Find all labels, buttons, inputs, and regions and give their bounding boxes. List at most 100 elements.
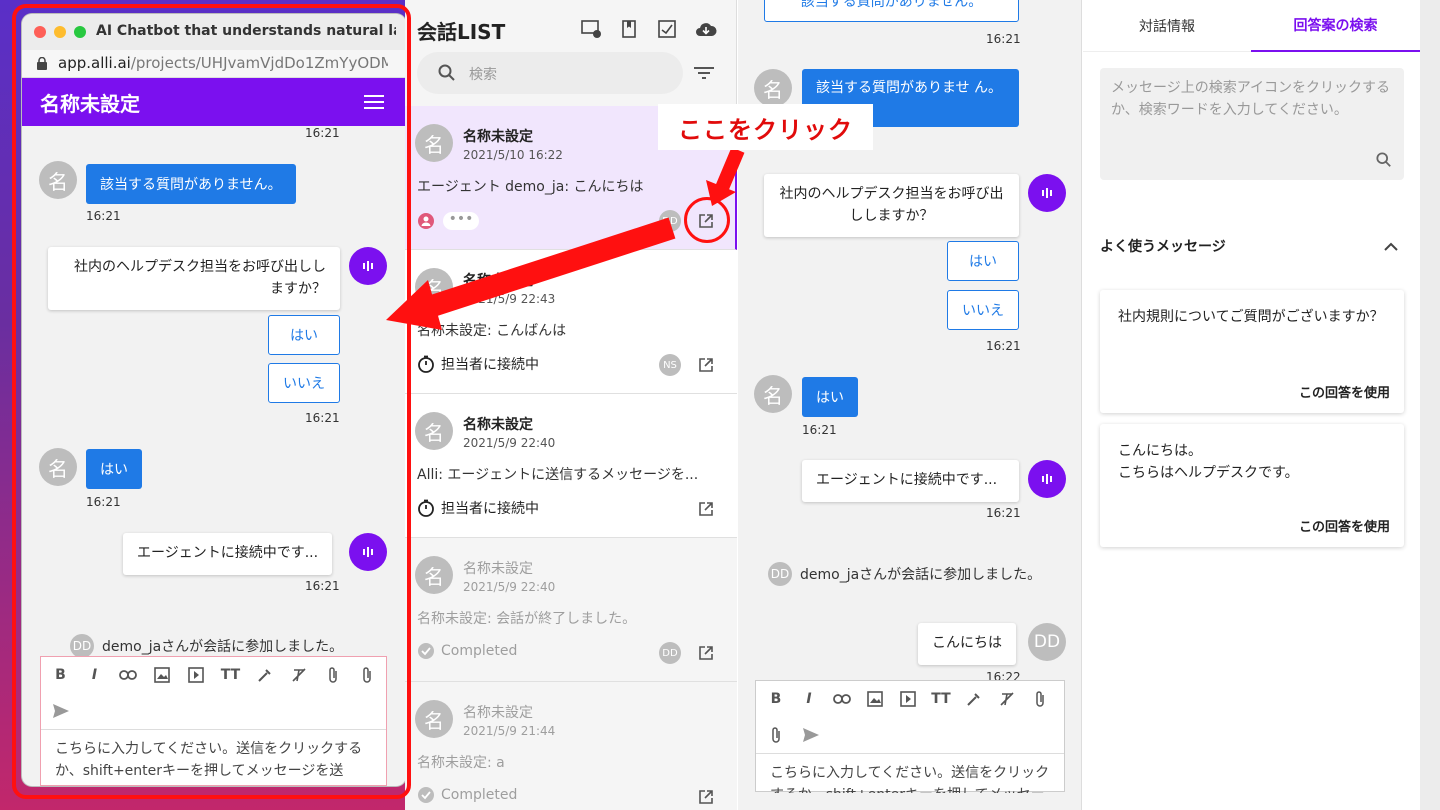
conversation-item[interactable]: 名 名称未設定 2021/5/9 22:40 名称未設定: 会話が終了しました。… [405, 538, 737, 682]
message-timestamp: 16:21 [986, 339, 1021, 353]
conversation-status: 担当者に接続中 [417, 498, 539, 518]
agent-badge: DD [768, 562, 792, 586]
use-answer-button[interactable]: この回答を使用 [1299, 516, 1390, 535]
search-placeholder: 検索 [469, 67, 497, 83]
conversation-item[interactable]: 名 名称未設定 2021/5/9 22:40 Alli: エージェントに送信する… [405, 394, 737, 538]
user-message: はい [802, 377, 858, 417]
editor-toolbar: B I TT [756, 681, 1064, 717]
bot-logo-icon [1040, 472, 1054, 486]
agent-avatar: DD [1028, 623, 1066, 661]
link-icon[interactable] [832, 689, 852, 709]
image-icon[interactable] [865, 689, 885, 709]
editor-send-row [756, 717, 1064, 753]
open-in-popup-icon[interactable] [695, 498, 717, 520]
conversation-date: 2021/5/9 22:40 [463, 580, 556, 594]
search-icon[interactable] [1374, 150, 1394, 170]
conversation-preview: 名称未設定: a [417, 755, 505, 771]
message-timestamp: 16:21 [986, 32, 1021, 46]
annotation-arrows [386, 147, 745, 330]
bold-icon[interactable]: B [766, 689, 786, 709]
check-circle-icon [417, 642, 435, 660]
conversation-name: 名称未設定 [463, 705, 533, 721]
answer-search-placeholder: メッセージ上の検索アイコンをクリックするか、検索ワードを入力してください。 [1111, 80, 1391, 118]
message-timestamp: 16:21 [802, 423, 837, 437]
editor-input-area[interactable]: こちらに入力してください。送信をクリックするか、shift+enterキーを押し… [756, 753, 1064, 793]
bot-message: エージェントに接続中です... [802, 460, 1019, 502]
filter-icon[interactable] [693, 64, 715, 82]
right-side-panel: 対話情報 回答案の検索 メッセージ上の検索アイコンをクリックするか、検索ワードを… [1083, 0, 1420, 810]
conversation-status: Completed [417, 642, 517, 660]
frequent-message-card[interactable]: 社内規則についてご質問がございますか？ この回答を使用 [1100, 290, 1404, 413]
arrow-to-icon [706, 147, 745, 206]
conversation-date: 2021/5/9 22:40 [463, 436, 556, 450]
video-icon[interactable] [898, 689, 918, 709]
list-title: 会話LIST [417, 20, 506, 44]
send-icon[interactable] [801, 725, 821, 745]
frequent-message-line: こちらはヘルプデスクです。 [1118, 465, 1299, 482]
cloud-download-icon[interactable] [693, 18, 719, 40]
option-yes-button[interactable]: はい [947, 241, 1019, 281]
conversation-status: Completed [417, 786, 517, 804]
frequent-message-line: こんにちは。 [1118, 443, 1202, 459]
conversation-preview: Alli: エージェントに送信するメッセージを... [417, 467, 699, 483]
open-in-popup-icon[interactable] [695, 354, 717, 376]
conversation-status: 担当者に接続中 [417, 354, 539, 374]
conversation-name: 名称未設定 [463, 561, 533, 577]
open-in-popup-icon[interactable] [695, 786, 717, 808]
conversation-status-text: Completed [441, 787, 518, 803]
option-no-button[interactable]: いいえ [947, 290, 1019, 330]
conversation-status-text: Completed [441, 643, 518, 659]
conversation-avatar: 名 [415, 556, 453, 594]
check-circle-icon [417, 786, 435, 804]
conversation-date: 2021/5/9 21:44 [463, 724, 556, 738]
bookmark-icon[interactable] [617, 18, 641, 40]
chevron-up-icon[interactable] [1381, 236, 1401, 256]
frequent-message-text: 社内規則についてご質問がございますか？ [1118, 309, 1384, 325]
popup-highlight-frame [12, 4, 411, 799]
editor-placeholder: こちらに入力してください。送信をクリックするか、shift+enterキーを押し… [770, 765, 1050, 793]
bot-message: 社内のヘルプデスク担当をお呼び出ししますか？ [764, 174, 1019, 238]
use-answer-button[interactable]: この回答を使用 [1299, 382, 1390, 401]
color-picker-icon[interactable] [964, 689, 984, 709]
timer-icon [417, 499, 435, 517]
conversation-name: 名称未設定 [463, 417, 533, 433]
bot-logo-icon [1040, 186, 1054, 200]
tab-answer-search[interactable]: 回答案の検索 [1251, 0, 1420, 52]
text-size-icon[interactable]: TT [931, 689, 951, 709]
clear-format-icon[interactable] [997, 689, 1017, 709]
agent-badge: NS [659, 354, 681, 376]
bot-avatar [1028, 174, 1066, 212]
conversation-status-text: 担当者に接続中 [441, 501, 539, 517]
conversation-avatar: 名 [415, 700, 453, 738]
user-avatar: 名 [754, 69, 792, 107]
open-in-popup-icon[interactable] [695, 642, 717, 664]
tab-conversation-info[interactable]: 対話情報 [1083, 0, 1251, 52]
attachment-file-icon[interactable] [766, 725, 786, 745]
agent-message-editor: B I TT こちらに入力してください。送信をクリックするか、shift+ent… [755, 680, 1065, 793]
conversation-search-input[interactable]: 検索 [417, 52, 683, 94]
click-here-callout: ここをクリック [658, 104, 873, 150]
frequent-messages-title: よく使うメッセージ [1100, 239, 1226, 255]
agent-badge: DD [659, 642, 681, 664]
bot-avatar [1028, 460, 1066, 498]
previous-message-bubble: 該当する質問がありません。 [764, 0, 1019, 22]
feedback-icon[interactable] [579, 18, 603, 40]
agent-joined-notice: DD demo_jaさんが会話に参加しました。 [768, 562, 1041, 586]
frequent-message-card[interactable]: こんにちは。 こちらはヘルプデスクです。 この回答を使用 [1100, 424, 1404, 547]
conversation-avatar: 名 [415, 412, 453, 450]
conversation-status-text: 担当者に接続中 [441, 357, 539, 373]
agent-message: こんにちは [918, 623, 1016, 665]
arrow-to-popup [386, 217, 676, 330]
timer-icon [417, 355, 435, 373]
user-avatar: 名 [754, 375, 792, 413]
window-edge [1420, 0, 1440, 810]
conversation-item[interactable]: 名 名称未設定 2021/5/9 21:44 名称未設定: a Complete… [405, 682, 737, 810]
message-timestamp: 16:21 [986, 506, 1021, 520]
search-icon [437, 63, 457, 83]
attachment-icon[interactable] [1030, 689, 1050, 709]
conversation-preview: 名称未設定: 会話が終了しました。 [417, 611, 637, 627]
italic-icon[interactable]: I [799, 689, 819, 709]
answer-search-input[interactable]: メッセージ上の検索アイコンをクリックするか、検索ワードを入力してください。 [1100, 68, 1404, 180]
checklist-icon[interactable] [655, 18, 679, 40]
frequent-message-text: こんにちは。 こちらはヘルプデスクです。 [1118, 440, 1388, 485]
